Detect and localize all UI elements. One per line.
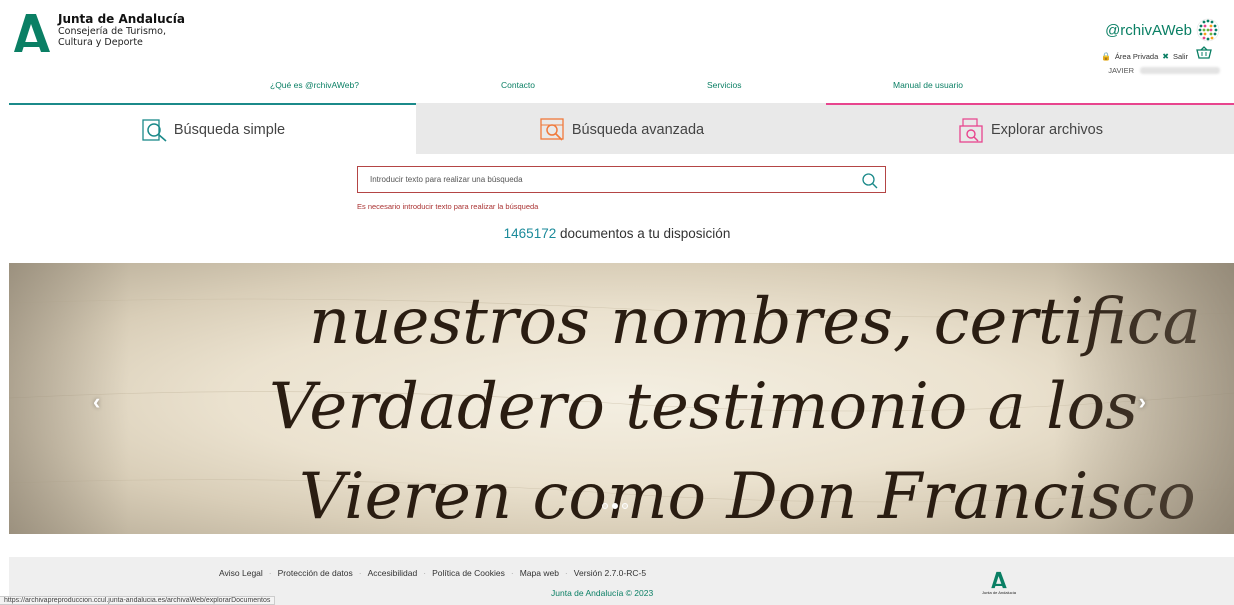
footer-link-legal[interactable]: Aviso Legal: [219, 568, 263, 578]
tab-simple-label: Búsqueda simple: [173, 121, 286, 138]
footer-link-accessibility[interactable]: Accesibilidad: [368, 568, 418, 578]
tab-advanced-search[interactable]: Búsqueda avanzada: [416, 103, 826, 154]
carousel-next-button[interactable]: ›: [1139, 389, 1146, 415]
footer-version: Versión 2.7.0-RC-5: [573, 568, 647, 578]
script-line-2: Verdadero testimonio a los: [269, 370, 1138, 444]
lock-icon: 🔒: [1100, 52, 1111, 61]
advanced-search-icon: [540, 117, 564, 141]
basket-icon[interactable]: [1196, 46, 1212, 60]
tab-explore-label: Explorar archivos: [990, 121, 1103, 138]
footer-separator: ·: [358, 568, 362, 578]
search-box: [357, 166, 886, 193]
nav-item-manual[interactable]: Manual de usuario: [893, 80, 963, 90]
junta-logo-icon: [14, 14, 50, 52]
org-subtitle-2: Cultura y Deporte: [58, 37, 143, 48]
logout-link[interactable]: Salir: [1173, 52, 1188, 61]
footer-link-privacy[interactable]: Protección de datos: [278, 568, 353, 578]
footer-separator: ·: [268, 568, 272, 578]
org-subtitle-1: Consejería de Turismo,: [58, 26, 166, 37]
footer-links: Aviso Legal · Protección de datos · Acce…: [219, 568, 646, 578]
private-area-link[interactable]: Área Privada: [1115, 52, 1158, 61]
footer-separator: ·: [564, 568, 568, 578]
footer-junta-logo[interactable]: Junta de Andalucía: [982, 571, 1016, 597]
carousel-dot-1[interactable]: [602, 503, 608, 509]
footer-link-cookies[interactable]: Política de Cookies: [432, 568, 505, 578]
junta-logo-small-icon: [991, 571, 1007, 589]
junta-logo[interactable]: Junta de Andalucía Consejería de Turismo…: [12, 12, 185, 54]
org-title: Junta de Andalucía: [58, 12, 185, 26]
tab-explore-archives[interactable]: Explorar archivos: [826, 103, 1234, 154]
user-first-name: JAVIER: [1108, 66, 1134, 75]
footer-link-sitemap[interactable]: Mapa web: [520, 568, 559, 578]
footer-logo-caption: Junta de Andalucía: [981, 590, 1017, 595]
footer-separator: ·: [510, 568, 514, 578]
simple-search-icon: [142, 118, 167, 142]
manuscript-image: nuestros nombres, certifica Verdadero te…: [9, 285, 1234, 534]
explore-archives-icon: [959, 117, 983, 143]
globe-dots-icon: [1196, 18, 1220, 42]
document-count-label: documentos a tu disposición: [556, 226, 731, 241]
nav-item-services[interactable]: Servicios: [707, 80, 741, 90]
close-icon: ✖: [1162, 52, 1169, 61]
image-carousel: nuestros nombres, certifica Verdadero te…: [9, 263, 1234, 534]
footer-copyright: Junta de Andalucía © 2023: [551, 588, 654, 598]
document-count-number: 1465172: [503, 226, 557, 241]
search-icon[interactable]: [861, 172, 879, 190]
footer-separator: ·: [423, 568, 427, 578]
carousel-dot-3[interactable]: [622, 503, 628, 509]
user-name: JAVIER: [1108, 66, 1220, 75]
search-error-message: Es necesario introducir texto para reali…: [357, 202, 539, 211]
tab-simple-search[interactable]: Búsqueda simple: [9, 103, 416, 154]
carousel-indicators: [602, 503, 628, 509]
user-surname-redacted: [1140, 67, 1220, 74]
browser-status-url: https://archivapreproduccion.ccul.junta-…: [0, 596, 276, 605]
tab-advanced-label: Búsqueda avanzada: [571, 121, 705, 138]
document-count: 1465172 documentos a tu disposición: [0, 226, 1234, 241]
carousel-prev-button[interactable]: ‹: [93, 389, 100, 415]
main-nav: ¿Qué es @rchivAWeb? Contacto Servicios M…: [0, 80, 1234, 96]
carousel-left-shade: [9, 263, 129, 534]
nav-item-contact[interactable]: Contacto: [501, 80, 535, 90]
carousel-dot-2[interactable]: [612, 503, 618, 509]
header: Junta de Andalucía Consejería de Turismo…: [0, 0, 1234, 80]
search-input[interactable]: [370, 175, 850, 184]
nav-item-about[interactable]: ¿Qué es @rchivAWeb?: [270, 80, 359, 90]
brand-name: @rchivAWeb: [1105, 21, 1192, 39]
archivaweb-brand[interactable]: @rchivAWeb: [1105, 18, 1220, 42]
search-tabs: Búsqueda simple Búsqueda avanzada Explor…: [9, 103, 1234, 154]
user-links: 🔒 Área Privada ✖ Salir: [1101, 52, 1188, 61]
